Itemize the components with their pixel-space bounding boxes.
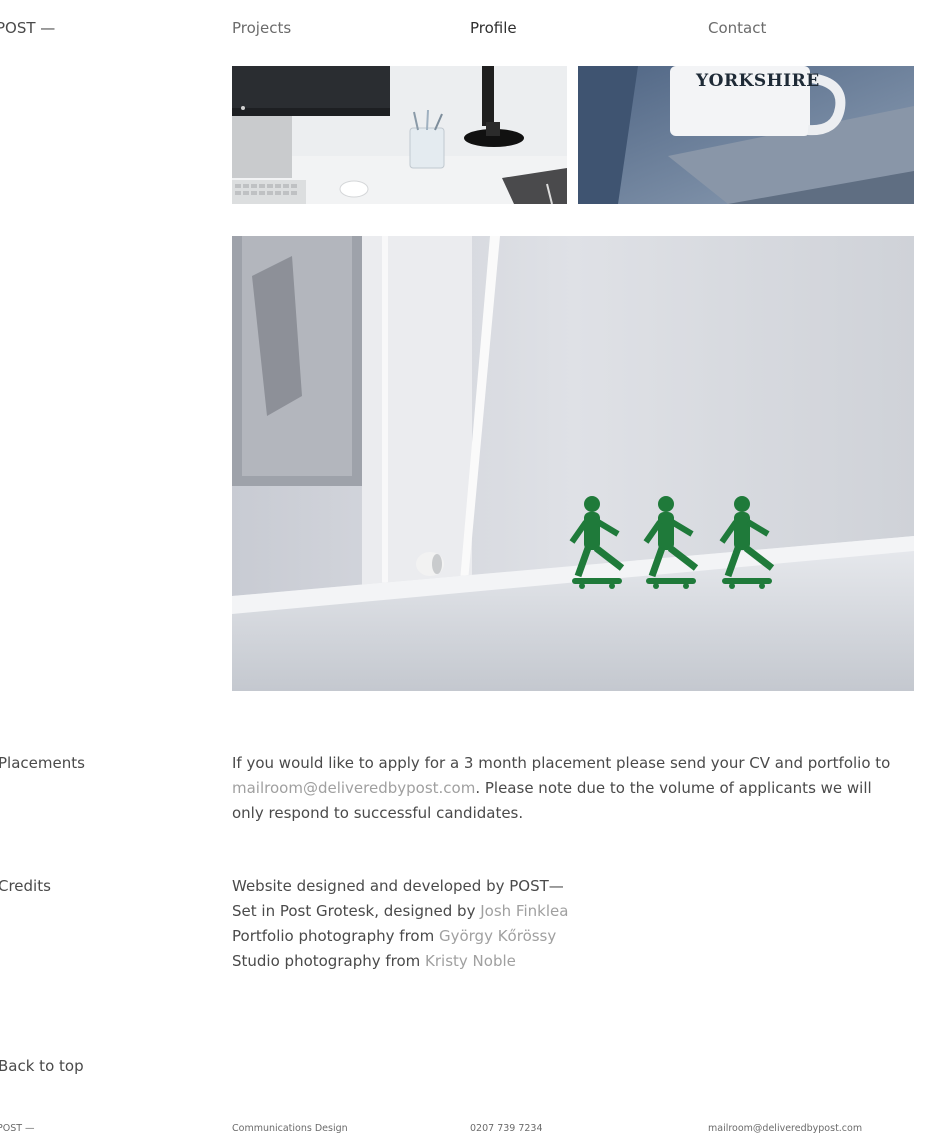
back-to-top-link[interactable]: Back to top xyxy=(0,1057,84,1075)
credit-text: Studio photography from xyxy=(232,952,426,970)
credits-text: Website designed and developed by POST— … xyxy=(232,874,902,974)
credit-line: Studio photography from Kristy Noble xyxy=(232,949,902,974)
footer-email[interactable]: mailroom@deliveredbypost.com xyxy=(708,1123,862,1134)
logo-link[interactable]: POST — xyxy=(0,19,55,37)
footer-logo: POST — xyxy=(0,1123,35,1134)
footer-phone[interactable]: 0207 739 7234 xyxy=(470,1123,543,1134)
nav-item-contact[interactable]: Contact xyxy=(708,19,766,37)
credit-text: Portfolio photography from xyxy=(232,927,439,945)
placements-text-intro: If you would like to apply for a 3 month… xyxy=(232,754,891,772)
figures-illustration xyxy=(232,236,914,691)
placements-text: If you would like to apply for a 3 month… xyxy=(232,751,902,826)
credit-text: Website designed and developed by POST— xyxy=(232,877,564,895)
credit-line: Website designed and developed by POST— xyxy=(232,874,902,899)
credits-label: Credits xyxy=(0,877,51,895)
credit-text: Set in Post Grotesk, designed by xyxy=(232,902,481,920)
footer-tagline: Communications Design xyxy=(232,1123,348,1134)
desk-illustration xyxy=(232,66,567,204)
mug-photo: YORKSHIRE xyxy=(578,66,914,204)
credit-link-studio-photographer[interactable]: Kristy Noble xyxy=(425,952,516,970)
page: POST — Projects Profile Contact YORKSHIR… xyxy=(0,0,925,1147)
desk-photo xyxy=(232,66,567,204)
nav-item-profile[interactable]: Profile xyxy=(470,19,517,37)
credit-link-type-designer[interactable]: Josh Finklea xyxy=(480,902,568,920)
mug-label: YORKSHIRE xyxy=(696,71,820,91)
figures-photo xyxy=(232,236,914,691)
placements-label: Placements xyxy=(0,754,85,772)
top-nav: POST — Projects Profile Contact xyxy=(0,0,925,66)
placements-email-link[interactable]: mailroom@deliveredbypost.com xyxy=(232,779,475,797)
nav-item-projects[interactable]: Projects xyxy=(232,19,291,37)
credit-link-portfolio-photographer[interactable]: György Kőrössy xyxy=(439,927,556,945)
credit-line: Set in Post Grotesk, designed by Josh Fi… xyxy=(232,899,902,924)
credit-line: Portfolio photography from György Kőröss… xyxy=(232,924,902,949)
